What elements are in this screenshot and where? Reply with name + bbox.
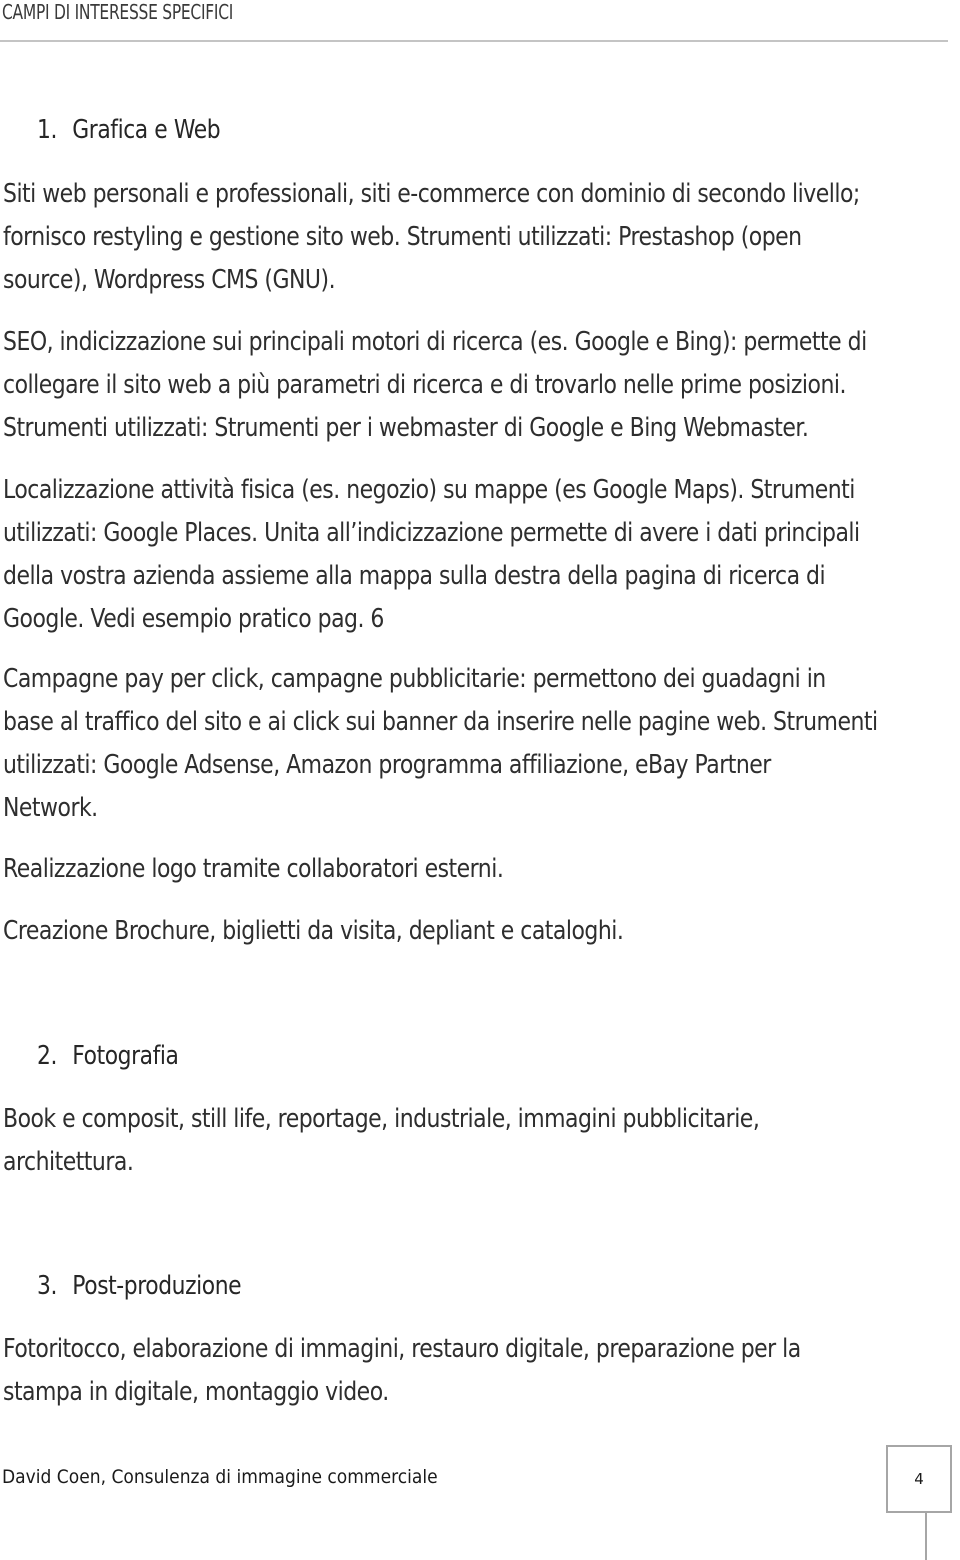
footer-author: David Coen, Consulenza di immagine comme…	[2, 1466, 438, 1488]
section-title: Fotografia	[72, 1041, 179, 1071]
text-line: Creazione Brochure, biglietti da visita,…	[3, 916, 624, 946]
paragraph-logo: Realizzazione logo tramite collaboratori…	[3, 848, 949, 891]
text-line: fornisco restyling e gestione sito web. …	[3, 222, 802, 252]
text-line: Campagne pay per click, campagne pubblic…	[3, 664, 826, 694]
text-line: source), Wordpress CMS (GNU).	[3, 265, 336, 295]
paragraph-fotografia: Book e composit, still life, reportage, …	[3, 1098, 949, 1184]
paragraph-seo: SEO, indicizzazione sui principali motor…	[3, 321, 949, 450]
paragraph-localizzazione: Localizzazione attività fisica (es. nego…	[3, 469, 949, 641]
header-title: CAMPI DI INTERESSE SPECIFICI	[2, 0, 234, 24]
text-line: della vostra azienda assieme alla mappa …	[3, 561, 826, 591]
text-line: utilizzati: Google Places. Unita all’ind…	[3, 518, 860, 548]
section-number: 3.	[37, 1271, 58, 1301]
section-heading-grafica-web: 1. Grafica e Web	[37, 114, 221, 146]
text-line: architettura.	[3, 1147, 134, 1177]
section-number: 1.	[37, 115, 58, 145]
text-line: Google. Vedi esempio pratico pag. 6	[3, 604, 384, 634]
text-line: collegare il sito web a più parametri di…	[3, 370, 846, 400]
page-number-box: 4	[886, 1445, 952, 1513]
paragraph-post-produzione: Fotoritocco, elaborazione di immagini, r…	[3, 1328, 949, 1414]
text-line: Network.	[3, 793, 98, 823]
page-number: 4	[914, 1470, 924, 1488]
text-line: Fotoritocco, elaborazione di immagini, r…	[3, 1334, 801, 1364]
paragraph-siti-web: Siti web personali e professionali, siti…	[3, 173, 949, 302]
text-line: base al traffico del sito e ai click sui…	[3, 707, 878, 737]
section-title: Grafica e Web	[72, 115, 221, 145]
text-line: stampa in digitale, montaggio video.	[3, 1377, 389, 1407]
section-heading-fotografia: 2. Fotografia	[37, 1040, 179, 1072]
section-title: Post-produzione	[72, 1271, 242, 1301]
section-number: 2.	[37, 1041, 58, 1071]
paragraph-brochure: Creazione Brochure, biglietti da visita,…	[3, 910, 949, 953]
text-line: Strumenti utilizzati: Strumenti per i we…	[3, 413, 809, 443]
text-line: SEO, indicizzazione sui principali motor…	[3, 327, 867, 357]
header-divider	[0, 40, 948, 42]
section-heading-post-produzione: 3. Post-produzione	[37, 1270, 242, 1302]
page-number-stem	[925, 1513, 927, 1560]
paragraph-campagne: Campagne pay per click, campagne pubblic…	[3, 658, 949, 830]
text-line: Siti web personali e professionali, siti…	[3, 179, 860, 209]
text-line: utilizzati: Google Adsense, Amazon progr…	[3, 750, 771, 780]
text-line: Realizzazione logo tramite collaboratori…	[3, 854, 504, 884]
text-line: Book e composit, still life, reportage, …	[3, 1104, 760, 1134]
text-line: Localizzazione attività fisica (es. nego…	[3, 475, 855, 505]
